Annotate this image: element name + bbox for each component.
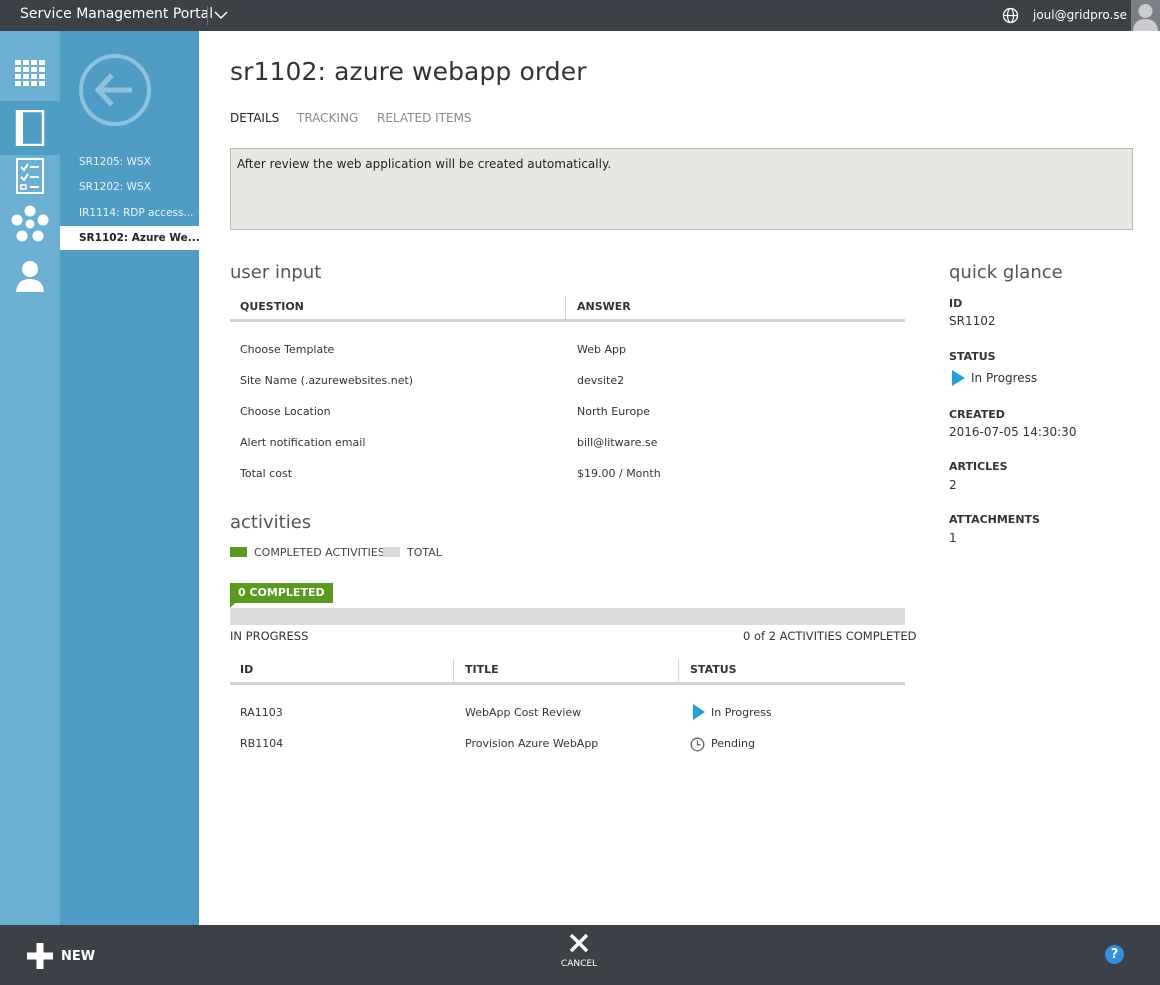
column-header-answer: ANSWER [577, 300, 631, 313]
activities-progress-bar [230, 608, 905, 625]
description-box: After review the web application will be… [230, 148, 1133, 230]
progress-summary: 0 of 2 ACTIVITIES COMPLETED [743, 629, 917, 643]
rail-item-activities[interactable] [0, 151, 60, 201]
answer-cell: North Europe [577, 405, 650, 418]
glance-value-status: In Progress [971, 371, 1038, 385]
page-title: sr1102: azure webapp order [230, 57, 587, 86]
activity-title[interactable]: WebApp Cost Review [465, 706, 581, 719]
column-divider [565, 296, 566, 320]
rail-item-services[interactable] [0, 199, 60, 249]
glance-value-articles: 2 [949, 478, 957, 492]
clock-icon [690, 737, 705, 752]
plus-icon [27, 943, 53, 969]
tab-related-items[interactable]: RELATED ITEMS [377, 111, 472, 125]
activity-id[interactable]: RB1104 [240, 737, 283, 750]
completed-badge: 0 COMPLETED [230, 583, 333, 608]
answer-cell: Web App [577, 343, 626, 356]
nav-item-sr1202[interactable]: SR1202: WSX [60, 175, 199, 199]
close-icon [569, 933, 589, 953]
book-icon [15, 110, 45, 146]
activity-status: Pending [711, 737, 755, 750]
cancel-button[interactable]: CANCEL [555, 933, 603, 969]
top-bar: Service Management Portal joul@gridpro.s… [0, 0, 1160, 31]
glance-label-created: CREATED [949, 408, 1005, 421]
avatar[interactable] [1131, 0, 1160, 31]
chevron-down-icon[interactable] [213, 7, 229, 23]
column-header-question: QUESTION [240, 300, 304, 313]
glance-label-attachments: ATTACHMENTS [949, 513, 1040, 526]
new-button-label: NEW [61, 948, 96, 964]
answer-cell: $19.00 / Month [577, 467, 661, 480]
grid-icon [15, 60, 45, 86]
question-cell: Site Name (.azurewebsites.net) [240, 374, 414, 387]
new-button[interactable]: NEW [27, 943, 95, 969]
play-icon [693, 704, 705, 720]
legend-label-total: TOTAL [407, 546, 442, 559]
quick-glance-heading: quick glance [949, 262, 1063, 283]
nav-item-sr1205[interactable]: SR1205: WSX [60, 150, 199, 174]
back-arrow-icon[interactable] [78, 53, 152, 127]
activity-title[interactable]: Provision Azure WebApp [465, 737, 598, 750]
user-input-heading: user input [230, 262, 322, 283]
progress-state: IN PROGRESS [230, 629, 309, 643]
question-cell: Choose Template [240, 343, 335, 356]
request-list-panel: SR1205: WSX SR1202: WSX IR1114: RDP acce… [60, 31, 199, 925]
legend-swatch-total [383, 547, 400, 557]
column-header-status: STATUS [690, 663, 737, 676]
glance-value-created: 2016-07-05 14:30:30 [949, 425, 1077, 439]
play-icon [952, 370, 965, 386]
tab-tracking[interactable]: TRACKING [297, 111, 358, 125]
answer-cell: bill@litware.se [577, 436, 658, 449]
glance-label-status: STATUS [949, 350, 996, 363]
nav-item-sr1102[interactable]: SR1102: Azure We... [60, 226, 199, 250]
cancel-button-label: CANCEL [560, 959, 598, 969]
app-title[interactable]: Service Management Portal [20, 6, 213, 22]
help-icon[interactable]: ? [1105, 945, 1124, 964]
column-header-title: TITLE [465, 663, 499, 676]
main-content: sr1102: azure webapp order DETAILS TRACK… [199, 31, 1160, 925]
glance-label-id: ID [949, 297, 963, 310]
checklist-icon [16, 158, 44, 194]
command-bar: NEW CANCEL ? [0, 925, 1160, 985]
divider [207, 6, 208, 25]
user-avatar-icon [1133, 4, 1158, 31]
globe-icon[interactable] [1002, 7, 1019, 24]
activity-id[interactable]: RA1103 [240, 706, 283, 719]
answer-cell: devsite2 [577, 374, 625, 387]
user-account[interactable]: joul@gridpro.se [1033, 8, 1127, 22]
rail-item-profile[interactable] [0, 251, 60, 301]
person-icon [16, 261, 44, 292]
activity-status: In Progress [711, 706, 772, 719]
left-rail [0, 31, 60, 925]
rail-item-requests[interactable] [0, 101, 60, 155]
column-header-id: ID [240, 663, 254, 676]
column-divider [453, 659, 454, 683]
question-cell: Alert notification email [240, 436, 366, 449]
question-cell: Choose Location [240, 405, 331, 418]
user-input-table-header: QUESTION ANSWER [230, 296, 905, 322]
glance-value-id: SR1102 [949, 314, 996, 328]
column-divider [678, 659, 679, 683]
glance-label-articles: ARTICLES [949, 460, 1008, 473]
question-cell: Total cost [240, 467, 293, 480]
network-icon [11, 205, 49, 242]
legend-swatch-completed [230, 547, 247, 557]
nav-item-ir1114[interactable]: IR1114: RDP access... [60, 201, 199, 225]
rail-item-dashboard[interactable] [0, 49, 60, 99]
legend-label-completed: COMPLETED ACTIVITIES [254, 546, 385, 559]
tab-details[interactable]: DETAILS [230, 111, 279, 125]
activities-heading: activities [230, 512, 312, 533]
glance-value-attachments: 1 [949, 531, 957, 545]
activities-table-header: ID TITLE STATUS [230, 659, 905, 685]
